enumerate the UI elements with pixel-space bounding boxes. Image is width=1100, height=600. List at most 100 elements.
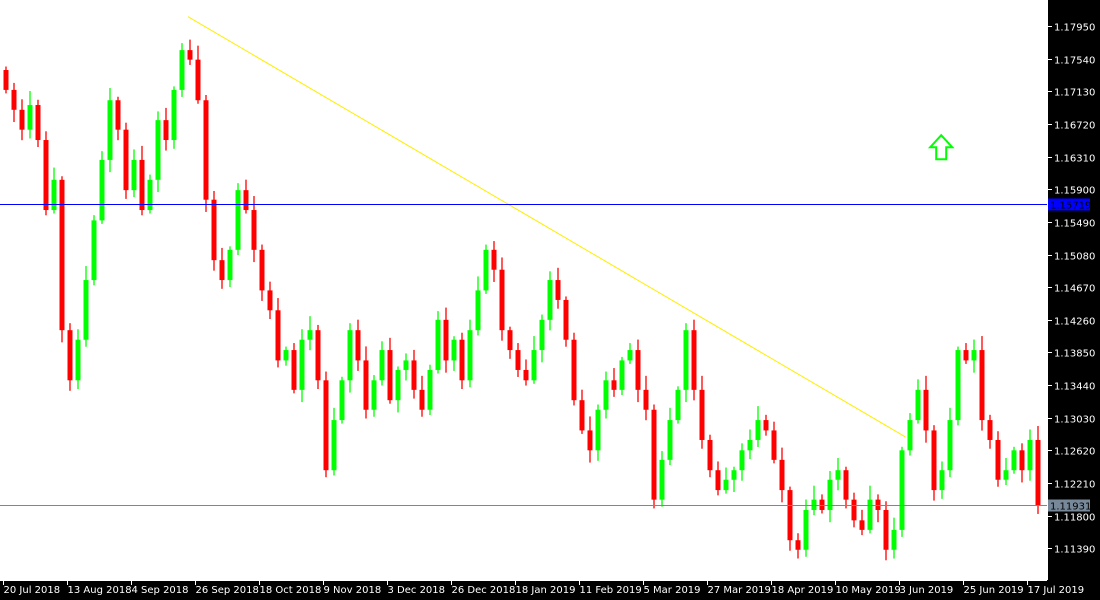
bull-candle-body: [915, 389, 921, 421]
bear-candle-body: [979, 350, 985, 421]
bear-candle-body: [571, 339, 577, 401]
bear-candle-body: [555, 280, 561, 300]
bull-candle-body: [531, 350, 537, 381]
bear-candle-body: [259, 249, 265, 291]
bear-candle-body: [579, 400, 585, 431]
bull-candle-body: [83, 280, 89, 340]
bear-candle-body: [523, 369, 529, 381]
bull-candle-body: [803, 509, 809, 550]
x-tick-label: 3 Dec 2018: [388, 585, 446, 596]
bear-candle-body: [635, 350, 641, 390]
bull-candle-body: [51, 179, 57, 211]
bull-candle-body: [955, 350, 961, 421]
bear-candle-body: [763, 420, 769, 431]
bull-candle-body: [835, 470, 841, 480]
bull-candle-body: [755, 420, 761, 440]
bull-candle-body: [451, 339, 457, 361]
x-tick-label: 10 May 2019: [836, 585, 901, 596]
y-tick-label: 1.12210: [1054, 480, 1095, 491]
bear-candle-body: [315, 330, 321, 381]
y-tick-label: 1.11390: [1054, 545, 1095, 556]
y-tick-label: 1.13030: [1054, 415, 1095, 426]
bear-candle-body: [931, 430, 937, 491]
bear-candle-body: [851, 499, 857, 521]
bull-candle-body: [467, 330, 473, 381]
bear-candle-body: [1035, 439, 1041, 506]
bear-candle-body: [195, 59, 201, 101]
bull-candle-body: [539, 319, 545, 351]
bear-candle-body: [875, 499, 881, 510]
bull-candle-body: [147, 179, 153, 211]
bear-candle-body: [987, 420, 993, 440]
bear-candle-body: [459, 339, 465, 381]
bull-candle-body: [907, 420, 913, 451]
bull-candle-body: [395, 369, 401, 401]
bull-candle-body: [627, 350, 633, 361]
x-tick-label: 26 Dec 2018: [452, 585, 516, 596]
bull-candle-body: [547, 280, 553, 320]
bull-candle-body: [107, 100, 113, 160]
bear-candle-body: [587, 430, 593, 451]
bear-candle-body: [643, 389, 649, 410]
bull-candle-body: [947, 420, 953, 471]
bear-candle-body: [843, 470, 849, 500]
bull-candle-body: [75, 339, 81, 381]
chart-window[interactable]: 1.17950 1.17540 1.17130 1.16720 1.16310 1.159…: [0, 0, 1100, 600]
bull-candle-body: [739, 450, 745, 471]
bear-candle-body: [67, 330, 73, 381]
bear-candle-body: [323, 380, 329, 471]
x-tick-label: 5 Mar 2019: [644, 585, 701, 596]
bull-candle-body: [427, 369, 433, 410]
bear-candle-body: [163, 120, 169, 141]
bull-candle-body: [603, 380, 609, 410]
bull-candle-body: [723, 479, 729, 491]
bear-candle-body: [59, 179, 65, 331]
bear-candle-body: [611, 380, 617, 390]
bear-candle-body: [507, 330, 513, 351]
y-tick-label: 1.14670: [1054, 284, 1095, 295]
bear-candle-body: [443, 319, 449, 361]
bear-candle-body: [43, 140, 49, 211]
bear-candle-body: [251, 210, 257, 250]
bull-candle-body: [179, 50, 185, 90]
bear-candle-body: [819, 499, 825, 510]
bull-candle-body: [171, 89, 177, 141]
blue-line-price-label: 1.15719: [1050, 201, 1091, 212]
y-tick-label: 1.17130: [1054, 88, 1095, 99]
x-tick-label: 18 Jan 2019: [516, 585, 576, 596]
bull-candle-body: [747, 439, 753, 451]
bull-candle-body: [971, 350, 977, 361]
bull-candle-body: [403, 360, 409, 370]
x-tick-label: 9 Nov 2018: [324, 585, 382, 596]
bear-candle-body: [707, 439, 713, 471]
bull-candle-body: [307, 330, 313, 340]
bear-candle-body: [123, 129, 129, 191]
bear-candle-body: [499, 269, 505, 331]
bull-candle-body: [891, 529, 897, 550]
bull-candle-body: [939, 470, 945, 491]
bear-candle-body: [219, 260, 225, 281]
bull-candle-body: [483, 249, 489, 291]
bear-candle-body: [11, 89, 17, 110]
x-tick-label: 17 Jul 2019: [1028, 585, 1085, 596]
bear-candle-body: [139, 159, 145, 211]
bear-candle-body: [291, 350, 297, 390]
bull-candle-body: [1027, 439, 1033, 471]
x-tick-label: 13 Aug 2018: [68, 585, 132, 596]
bull-candle-body: [1003, 470, 1009, 480]
x-tick-label: 25 Jun 2019: [964, 585, 1024, 596]
y-tick-label: 1.12620: [1054, 447, 1095, 458]
bear-candle-body: [411, 360, 417, 390]
x-tick-label: 18 Apr 2019: [772, 585, 834, 596]
y-tick-label: 1.13440: [1054, 382, 1095, 393]
bear-candle-body: [515, 350, 521, 370]
bear-candle-body: [363, 360, 369, 410]
bull-candle-body: [235, 190, 241, 250]
bull-candle-body: [339, 380, 345, 421]
bear-candle-body: [355, 330, 361, 361]
bull-candle-body: [331, 420, 337, 471]
y-tick-label: 1.17950: [1054, 23, 1095, 34]
bull-candle-body: [435, 319, 441, 370]
candlestick-chart[interactable]: 1.17950 1.17540 1.17130 1.16720 1.16310 1.159…: [0, 0, 1100, 600]
y-tick-label: 1.15490: [1054, 219, 1095, 230]
